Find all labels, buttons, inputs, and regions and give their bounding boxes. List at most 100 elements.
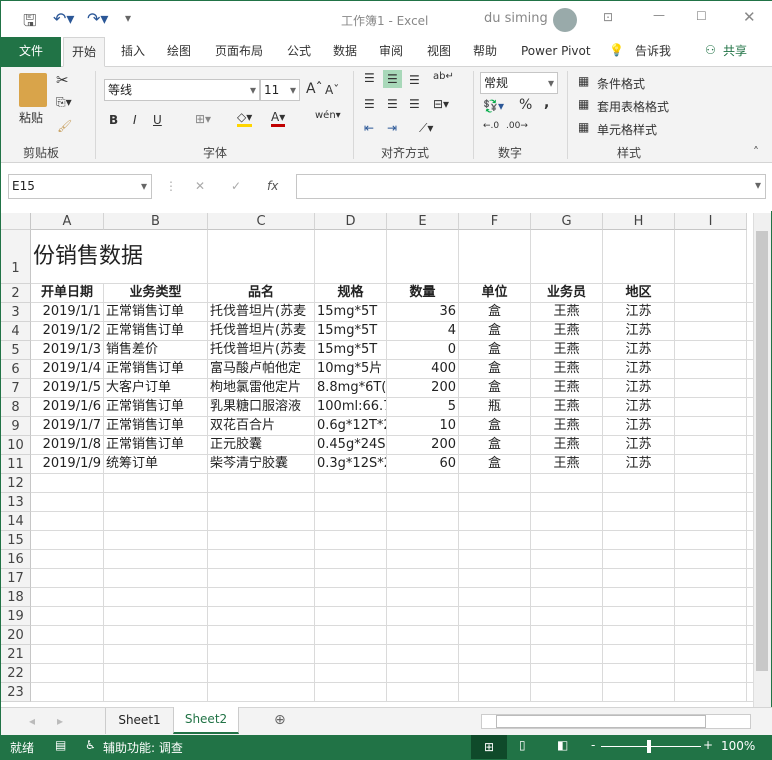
data-cell[interactable]: 8.8mg*6T( <box>315 379 387 398</box>
prev-sheet-icon[interactable]: ◂ <box>29 714 35 728</box>
undo-icon[interactable]: ↶▾ <box>53 9 74 28</box>
data-cell[interactable]: 2019/1/2 <box>31 322 104 341</box>
cell[interactable] <box>387 512 459 531</box>
cell[interactable] <box>675 455 747 474</box>
data-cell[interactable]: 400 <box>387 360 459 379</box>
data-cell[interactable]: 2019/1/9 <box>31 455 104 474</box>
normal-view-icon[interactable]: ⊞ <box>471 735 507 759</box>
data-cell[interactable]: 江苏 <box>603 341 675 360</box>
header-cell[interactable]: 业务类型 <box>104 284 208 303</box>
cell[interactable] <box>675 683 747 702</box>
data-cell[interactable]: 2019/1/5 <box>31 379 104 398</box>
merge-center-icon[interactable]: ⊟▾ <box>433 97 449 111</box>
cell[interactable] <box>459 569 531 588</box>
row-header-11[interactable]: 11 <box>1 455 31 474</box>
increase-font-icon[interactable]: Aˆ <box>306 81 323 97</box>
cell[interactable] <box>315 531 387 550</box>
decrease-font-icon[interactable]: Aˇ <box>325 83 339 97</box>
column-header-I[interactable]: I <box>675 213 747 230</box>
header-cell[interactable]: 开单日期 <box>31 284 104 303</box>
horizontal-scrollbar[interactable] <box>481 714 751 729</box>
tab-review[interactable]: 审阅 <box>371 37 411 67</box>
cell[interactable] <box>31 588 104 607</box>
data-cell[interactable]: 盒 <box>459 455 531 474</box>
cell[interactable] <box>531 664 603 683</box>
customize-qat-icon[interactable]: ▾ <box>125 11 131 25</box>
data-cell[interactable]: 2019/1/4 <box>31 360 104 379</box>
orientation-icon[interactable]: ⟋▾ <box>419 121 433 136</box>
cell[interactable] <box>387 683 459 702</box>
cell[interactable] <box>104 588 208 607</box>
cell[interactable] <box>459 531 531 550</box>
cell[interactable] <box>387 607 459 626</box>
data-cell[interactable]: 100ml:66.7 <box>315 398 387 417</box>
cell[interactable] <box>675 417 747 436</box>
cell[interactable] <box>675 645 747 664</box>
user-name[interactable]: du siming <box>484 11 548 26</box>
column-header-A[interactable]: A <box>31 213 104 230</box>
cell[interactable] <box>387 230 459 284</box>
cell[interactable] <box>104 664 208 683</box>
data-cell[interactable]: 15mg*5T <box>315 303 387 322</box>
column-header-G[interactable]: G <box>531 213 603 230</box>
name-box[interactable]: E15 ▾ <box>8 174 152 199</box>
cell[interactable] <box>531 607 603 626</box>
data-cell[interactable]: 5 <box>387 398 459 417</box>
font-color-icon[interactable]: A▾ <box>271 110 286 127</box>
redo-icon[interactable]: ↷▾ <box>87 9 108 28</box>
row-header-3[interactable]: 3 <box>1 303 31 322</box>
data-cell[interactable]: 200 <box>387 436 459 455</box>
tab-power-pivot[interactable]: Power Pivot <box>513 37 599 67</box>
tell-me[interactable]: 告诉我 <box>627 37 679 67</box>
column-header-D[interactable]: D <box>315 213 387 230</box>
data-cell[interactable]: 2019/1/7 <box>31 417 104 436</box>
cell[interactable] <box>675 607 747 626</box>
cell[interactable] <box>531 493 603 512</box>
cell[interactable] <box>531 569 603 588</box>
cell[interactable] <box>208 683 315 702</box>
align-right-icon[interactable]: ☰ <box>409 97 420 111</box>
wrap-text-icon[interactable]: ab↵ <box>433 71 454 82</box>
scroll-thumb[interactable] <box>756 231 768 671</box>
row-header-1[interactable]: 1 <box>1 230 31 284</box>
tab-data[interactable]: 数据 <box>325 37 365 67</box>
cell[interactable] <box>104 607 208 626</box>
data-cell[interactable]: 江苏 <box>603 398 675 417</box>
cell[interactable] <box>603 607 675 626</box>
underline-button[interactable]: U <box>153 113 162 127</box>
zoom-slider[interactable] <box>601 746 701 747</box>
cell[interactable] <box>459 493 531 512</box>
cell[interactable] <box>603 550 675 569</box>
cell[interactable] <box>31 550 104 569</box>
cell[interactable] <box>208 569 315 588</box>
cell[interactable] <box>603 230 675 284</box>
cell[interactable] <box>459 474 531 493</box>
cell[interactable] <box>675 360 747 379</box>
minimize-icon[interactable]: — <box>653 8 665 22</box>
cell[interactable] <box>531 626 603 645</box>
cell[interactable] <box>675 284 747 303</box>
align-left-icon[interactable]: ☰ <box>364 97 375 111</box>
data-cell[interactable]: 盒 <box>459 303 531 322</box>
cell[interactable] <box>603 664 675 683</box>
row-header-16[interactable]: 16 <box>1 550 31 569</box>
cell[interactable] <box>459 664 531 683</box>
selected-cell[interactable] <box>387 531 459 550</box>
align-bottom-icon[interactable]: ☰ <box>409 73 420 87</box>
cell[interactable] <box>675 303 747 322</box>
avatar[interactable] <box>553 8 577 32</box>
cell[interactable] <box>675 398 747 417</box>
currency-icon[interactable]: 💱▾ <box>483 99 504 113</box>
data-cell[interactable]: 瓶 <box>459 398 531 417</box>
paste-icon[interactable] <box>19 73 47 107</box>
data-cell[interactable]: 正常销售订单 <box>104 303 208 322</box>
cell[interactable] <box>387 550 459 569</box>
cell[interactable] <box>31 474 104 493</box>
cell[interactable] <box>459 607 531 626</box>
cell[interactable] <box>387 493 459 512</box>
row-header-17[interactable]: 17 <box>1 569 31 588</box>
data-cell[interactable]: 10 <box>387 417 459 436</box>
cell[interactable] <box>387 474 459 493</box>
column-header-C[interactable]: C <box>208 213 315 230</box>
sheet-tab-sheet2[interactable]: Sheet2 <box>173 707 239 734</box>
